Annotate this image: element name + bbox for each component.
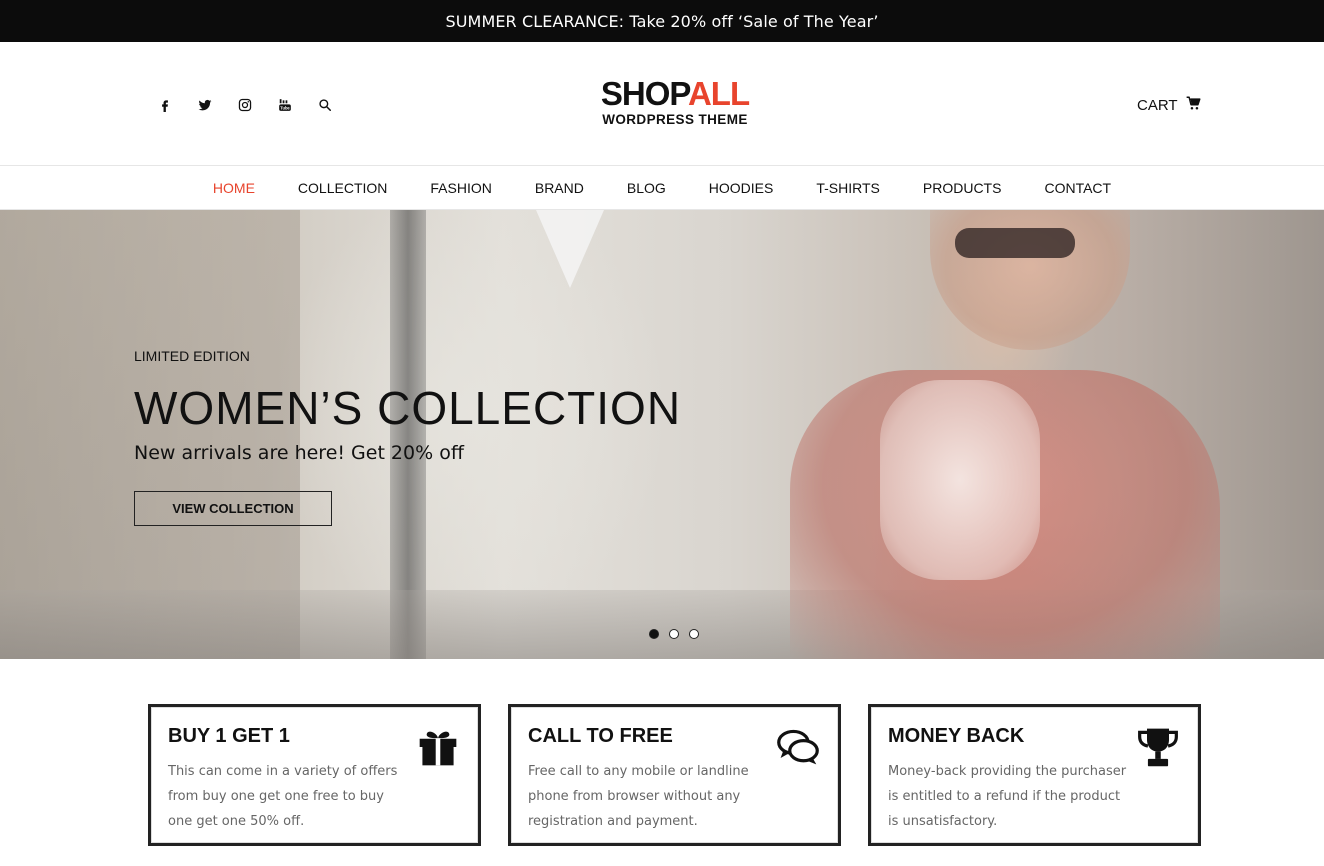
nav-item-hoodies[interactable]: HOODIES: [709, 180, 774, 196]
feature-text: This can come in a variety of offers fro…: [168, 764, 398, 829]
facebook-icon[interactable]: [154, 94, 176, 116]
view-collection-button[interactable]: VIEW COLLECTION: [134, 491, 332, 526]
hero-slider: LIMITED EDITION WOMEN’S COLLECTION New a…: [0, 210, 1324, 659]
nav-item-brand[interactable]: BRAND: [535, 180, 584, 196]
cart-label: CART: [1137, 97, 1178, 114]
feature-title: CALL TO FREE: [528, 725, 673, 747]
feature-card-call-to-free: CALL TO FREE Free call to any mobile or …: [508, 704, 841, 846]
search-icon[interactable]: [314, 94, 336, 116]
chat-bubbles-icon: [774, 723, 822, 771]
gift-icon: [414, 723, 462, 771]
feature-title: MONEY BACK: [888, 725, 1025, 747]
svg-text:Tube: Tube: [280, 105, 290, 110]
hero-model-sunglasses: [955, 228, 1075, 258]
nav-item-home[interactable]: HOME: [213, 180, 255, 196]
feature-card-buy-one-get-one: BUY 1 GET 1 This can come in a variety o…: [148, 704, 481, 846]
nav-item-fashion[interactable]: FASHION: [430, 180, 491, 196]
site-header: Tube SHOPALL WORDPRESS THEME CART: [0, 42, 1324, 165]
slider-dot-1[interactable]: [649, 629, 659, 639]
social-links: Tube: [154, 94, 336, 116]
nav-item-blog[interactable]: BLOG: [627, 180, 666, 196]
feature-boxes: BUY 1 GET 1 This can come in a variety o…: [148, 704, 1201, 846]
announcement-bar: SUMMER CLEARANCE: Take 20% off ‘Sale of …: [0, 0, 1324, 42]
announcement-text[interactable]: SUMMER CLEARANCE: Take 20% off ‘Sale of …: [445, 12, 878, 31]
hero-eyebrow: LIMITED EDITION: [134, 348, 250, 364]
slider-dot-2[interactable]: [669, 629, 679, 639]
slider-dots: [649, 629, 699, 639]
hero-title: WOMEN’S COLLECTION: [134, 382, 682, 434]
youtube-icon[interactable]: Tube: [274, 94, 296, 116]
nav-item-contact[interactable]: CONTACT: [1044, 180, 1111, 196]
twitter-icon[interactable]: [194, 94, 216, 116]
nav-item-t-shirts[interactable]: T-SHIRTS: [816, 180, 880, 196]
trophy-icon: [1134, 723, 1182, 771]
logo-wordmark: SHOPALL: [600, 75, 750, 112]
slider-dot-3[interactable]: [689, 629, 699, 639]
cart-button[interactable]: CART: [1137, 96, 1201, 115]
feature-card-money-back: MONEY BACK Money-back providing the purc…: [868, 704, 1201, 846]
cart-icon: [1186, 96, 1201, 115]
main-nav: HOME COLLECTION FASHION BRAND BLOG HOODI…: [0, 165, 1324, 210]
feature-title: BUY 1 GET 1: [168, 725, 290, 747]
hero-model-scarf: [880, 380, 1040, 580]
site-logo[interactable]: SHOPALL WORDPRESS THEME: [589, 75, 761, 130]
hero-subtitle: New arrivals are here! Get 20% off: [134, 442, 464, 464]
hero-background-sign: [536, 210, 604, 288]
logo-tagline: WORDPRESS THEME: [602, 112, 748, 127]
nav-item-products[interactable]: PRODUCTS: [923, 180, 1002, 196]
feature-text: Free call to any mobile or landline phon…: [528, 764, 749, 829]
nav-item-collection[interactable]: COLLECTION: [298, 180, 387, 196]
instagram-icon[interactable]: [234, 94, 256, 116]
feature-text: Money-back providing the purchaser is en…: [888, 764, 1127, 829]
